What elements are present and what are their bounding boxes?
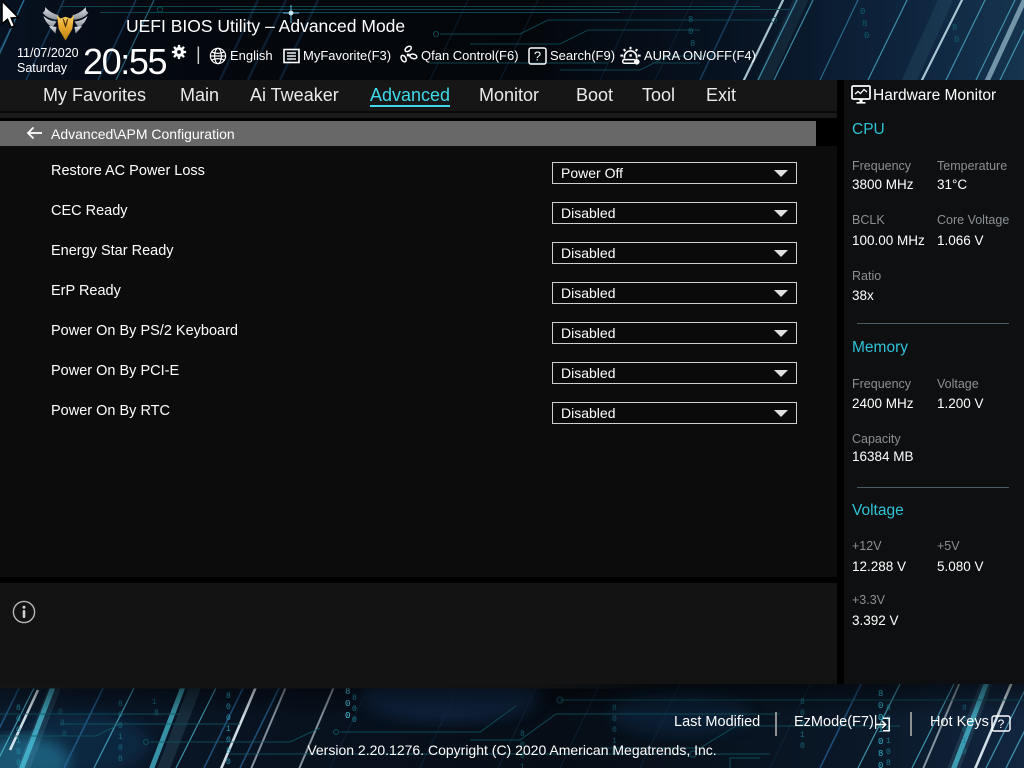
svg-text:?: ? [998, 717, 1005, 731]
svg-text:0: 0 [864, 31, 869, 41]
svg-text:0: 0 [954, 35, 959, 45]
svg-text:8: 8 [862, 19, 867, 29]
svg-text:8: 8 [688, 15, 693, 25]
svg-text:?: ? [534, 49, 541, 64]
svg-text:8: 8 [952, 23, 957, 33]
svg-text:0: 0 [688, 27, 693, 37]
svg-text:0: 0 [860, 7, 865, 17]
